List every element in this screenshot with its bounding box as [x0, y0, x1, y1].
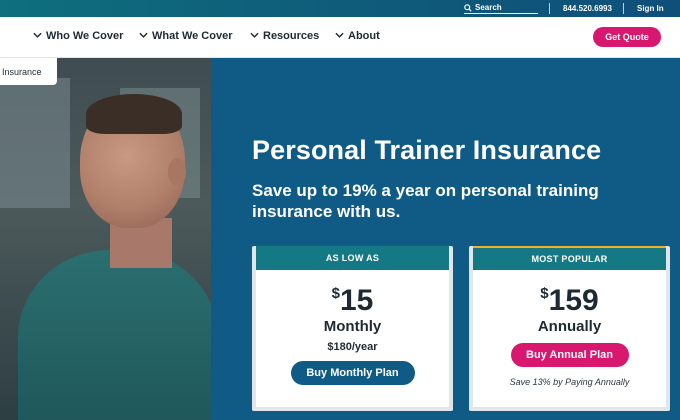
- chevron-down-icon: [335, 30, 344, 42]
- nav-item-about[interactable]: About: [335, 30, 380, 42]
- photo-ear: [168, 158, 186, 186]
- search-field[interactable]: Search: [464, 3, 538, 14]
- pricing-card-annual: MOST POPULAR $159 Annually Buy Annual Pl…: [469, 246, 670, 411]
- hero-section: Insurance Personal Trainer Insurance Sav…: [0, 58, 680, 420]
- nav-item-label: About: [348, 30, 380, 42]
- utility-divider: [549, 3, 550, 14]
- phone-link[interactable]: 844.520.6993: [563, 4, 612, 14]
- popular-accent-bar: [473, 246, 666, 248]
- search-icon[interactable]: [464, 0, 472, 17]
- utility-bar: Search 844.520.6993 Sign In: [0, 0, 680, 17]
- card-badge: MOST POPULAR: [473, 248, 666, 270]
- get-quote-button[interactable]: Get Quote: [593, 27, 661, 47]
- chevron-down-icon: [33, 30, 42, 42]
- nav-item-who-we-cover[interactable]: Who We Cover: [33, 30, 123, 42]
- chevron-down-icon: [139, 30, 148, 42]
- main-nav: Who We Cover What We Cover Resources Abo…: [0, 17, 680, 58]
- photo-hair: [86, 94, 182, 134]
- price-currency: $: [331, 285, 340, 302]
- search-label[interactable]: Search: [475, 3, 502, 13]
- price-amount: 159: [548, 284, 599, 317]
- photo-shirt: [18, 250, 211, 420]
- price-amount: 15: [339, 284, 374, 317]
- nav-item-label: Who We Cover: [46, 30, 124, 42]
- trainer-photo: Insurance: [0, 58, 211, 420]
- nav-item-what-we-cover[interactable]: What We Cover: [139, 30, 232, 42]
- pricing-card-monthly: AS LOW AS $15 Monthly $180/year Buy Mont…: [252, 246, 453, 411]
- price-period: Monthly: [323, 318, 382, 335]
- price: $15: [256, 284, 449, 318]
- price-currency: $: [540, 285, 549, 302]
- price: $159: [473, 284, 666, 318]
- utility-divider: [623, 3, 624, 14]
- price-period: Annually: [537, 318, 602, 335]
- price-yearly: $180/year: [327, 341, 378, 353]
- buy-monthly-button[interactable]: Buy Monthly Plan: [290, 361, 415, 385]
- photo-background: [0, 78, 70, 208]
- hero-subtitle: Save up to 19% a year on personal traini…: [252, 181, 599, 221]
- nav-item-label: What We Cover: [152, 30, 233, 42]
- card-badge: AS LOW AS: [256, 246, 449, 270]
- nav-item-resources[interactable]: Resources: [250, 30, 319, 42]
- signin-link[interactable]: Sign In: [637, 4, 664, 14]
- buy-annual-button[interactable]: Buy Annual Plan: [510, 343, 629, 367]
- savings-note: Save 13% by Paying Annually: [509, 377, 630, 387]
- page-title: Personal Trainer Insurance: [252, 135, 602, 165]
- chevron-down-icon: [250, 30, 259, 42]
- nav-item-label: Resources: [263, 30, 320, 42]
- dropdown-item-insurance[interactable]: Insurance: [0, 58, 57, 85]
